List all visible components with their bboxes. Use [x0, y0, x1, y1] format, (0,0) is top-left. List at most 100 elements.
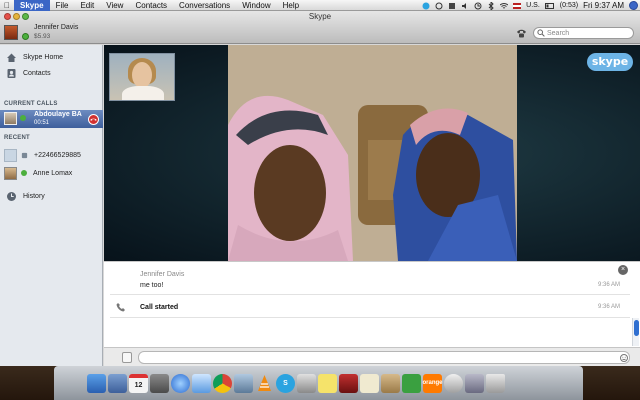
itunes-icon[interactable] — [171, 373, 190, 393]
online-status-icon — [20, 115, 26, 121]
input-locale[interactable]: U.S. — [526, 2, 540, 9]
active-call-name: Abdoulaye BA — [34, 111, 82, 118]
grapher-icon[interactable] — [297, 373, 316, 393]
contacts-icon — [7, 68, 16, 78]
stickies-icon[interactable] — [318, 373, 337, 393]
menu-file[interactable]: File — [50, 0, 75, 11]
mail-icon[interactable] — [192, 373, 211, 393]
online-status-icon[interactable] — [22, 33, 29, 40]
skype-credit[interactable]: $5.93 — [34, 33, 50, 40]
remote-video-image — [228, 45, 517, 261]
bluetooth-icon[interactable] — [487, 1, 495, 10]
finder-icon[interactable] — [87, 373, 106, 393]
calendar-icon[interactable]: 12 — [129, 373, 148, 393]
divider — [110, 317, 630, 318]
notes-icon[interactable] — [360, 373, 379, 393]
book-icon[interactable] — [339, 373, 358, 393]
current-calls-header: CURRENT CALLS — [4, 101, 58, 107]
preferences-icon[interactable] — [465, 373, 484, 393]
online-status-icon — [21, 170, 27, 176]
battery-time[interactable]: (0:53) — [560, 2, 578, 9]
vlc-cone-shape — [258, 374, 271, 391]
menu-help[interactable]: Help — [277, 0, 305, 11]
skype-status-icon[interactable] — [422, 2, 430, 10]
search-input[interactable]: Search — [547, 30, 569, 37]
time-machine-icon[interactable] — [474, 2, 482, 10]
emoticon-icon[interactable] — [620, 354, 628, 362]
user-avatar[interactable] — [4, 25, 18, 40]
call-event-icon — [116, 303, 125, 312]
dock: 12 S orange — [54, 366, 583, 400]
video-call-area[interactable]: skype — [104, 45, 640, 261]
archive-icon[interactable] — [381, 373, 400, 393]
message-time: 9:36 AM — [598, 282, 621, 288]
calculator-icon[interactable] — [150, 373, 169, 393]
menu-conversations[interactable]: Conversations — [173, 0, 236, 11]
apple-menu-icon[interactable]:  — [0, 1, 14, 10]
history-icon — [7, 191, 16, 201]
sidebar-item-active-call[interactable]: Abdoulaye BA 00:51 — [0, 110, 103, 128]
menu-window[interactable]: Window — [236, 0, 276, 11]
self-video-face — [132, 62, 152, 88]
sidebar-item-label: Anne Lomax — [33, 169, 73, 177]
send-file-icon[interactable] — [122, 352, 132, 363]
dial-phone-icon[interactable] — [516, 28, 527, 38]
message-input-bar — [104, 347, 640, 366]
battery-icon[interactable] — [544, 2, 555, 10]
sync-icon[interactable] — [435, 2, 443, 10]
flag-icon[interactable] — [513, 2, 522, 9]
iphoto-icon[interactable] — [234, 373, 253, 393]
window-title: Skype — [308, 12, 332, 21]
titlebar: Skype Jennifer Davis $5.93 Search — [0, 11, 640, 44]
vlc-icon[interactable] — [255, 374, 274, 393]
search-box[interactable]: Search — [533, 27, 634, 39]
sidebar-item-history[interactable]: History — [0, 189, 103, 203]
skype-icon[interactable]: S — [276, 373, 295, 393]
remote-video-feed — [228, 45, 517, 261]
self-video-body — [122, 86, 164, 100]
sidebar-item-recent-phone[interactable]: +22466529885 — [0, 147, 103, 163]
user-name[interactable]: Jennifer Davis — [34, 24, 78, 31]
menu-view[interactable]: View — [100, 0, 129, 11]
message-input[interactable] — [138, 351, 630, 364]
message-sender: Jennifer Davis — [140, 271, 185, 278]
self-video-preview[interactable] — [109, 53, 175, 101]
trash-icon[interactable] — [486, 373, 505, 393]
sidebar-item-recent-anne-lomax[interactable]: Anne Lomax — [0, 165, 103, 181]
avatar — [4, 148, 17, 162]
hang-up-icon — [90, 118, 97, 121]
chat-area: × Jennifer Davis me too! 9:36 AM Call st… — [104, 261, 640, 347]
preview-icon[interactable] — [108, 373, 127, 393]
sidebar-item-label: History — [23, 192, 45, 200]
menubar-clock[interactable]: Fri 9:37 AM — [583, 1, 624, 10]
orange-icon[interactable]: orange — [423, 373, 443, 393]
sidebar-item-contacts[interactable]: Contacts — [0, 66, 103, 80]
close-chat-button[interactable]: × — [618, 265, 628, 275]
wifi-icon[interactable] — [500, 2, 509, 10]
volume-icon[interactable] — [461, 2, 469, 10]
sidebar-item-label: +22466529885 — [34, 151, 81, 159]
sidebar-item-label: Contacts — [23, 69, 51, 77]
search-icon — [537, 29, 545, 37]
menu-edit[interactable]: Edit — [74, 0, 100, 11]
scroll-thumb[interactable] — [634, 320, 639, 336]
home-icon — [7, 53, 16, 62]
tex-icon[interactable] — [402, 373, 421, 393]
utility-icon[interactable] — [444, 373, 463, 393]
spotlight-icon[interactable] — [629, 1, 638, 10]
menubar:  Skype File Edit View Contacts Conversa… — [0, 0, 640, 11]
notification-icon[interactable] — [448, 2, 456, 10]
skype-window: Skype Jennifer Davis $5.93 Search Skype … — [0, 11, 640, 366]
menubar-status: U.S. (0:53) Fri 9:37 AM — [422, 0, 638, 11]
recent-header: RECENT — [4, 135, 30, 141]
skype-logo: skype — [587, 53, 633, 71]
menu-app-skype[interactable]: Skype — [14, 0, 50, 11]
sidebar-item-skype-home[interactable]: Skype Home — [0, 50, 103, 64]
chrome-icon[interactable] — [213, 373, 232, 393]
hang-up-button[interactable] — [88, 114, 99, 125]
message-time: 9:36 AM — [598, 304, 621, 310]
desktop:  Skype File Edit View Contacts Conversa… — [0, 0, 640, 400]
phone-number-icon — [21, 152, 28, 158]
chat-scrollbar[interactable] — [632, 318, 639, 346]
menu-contacts[interactable]: Contacts — [129, 0, 173, 11]
